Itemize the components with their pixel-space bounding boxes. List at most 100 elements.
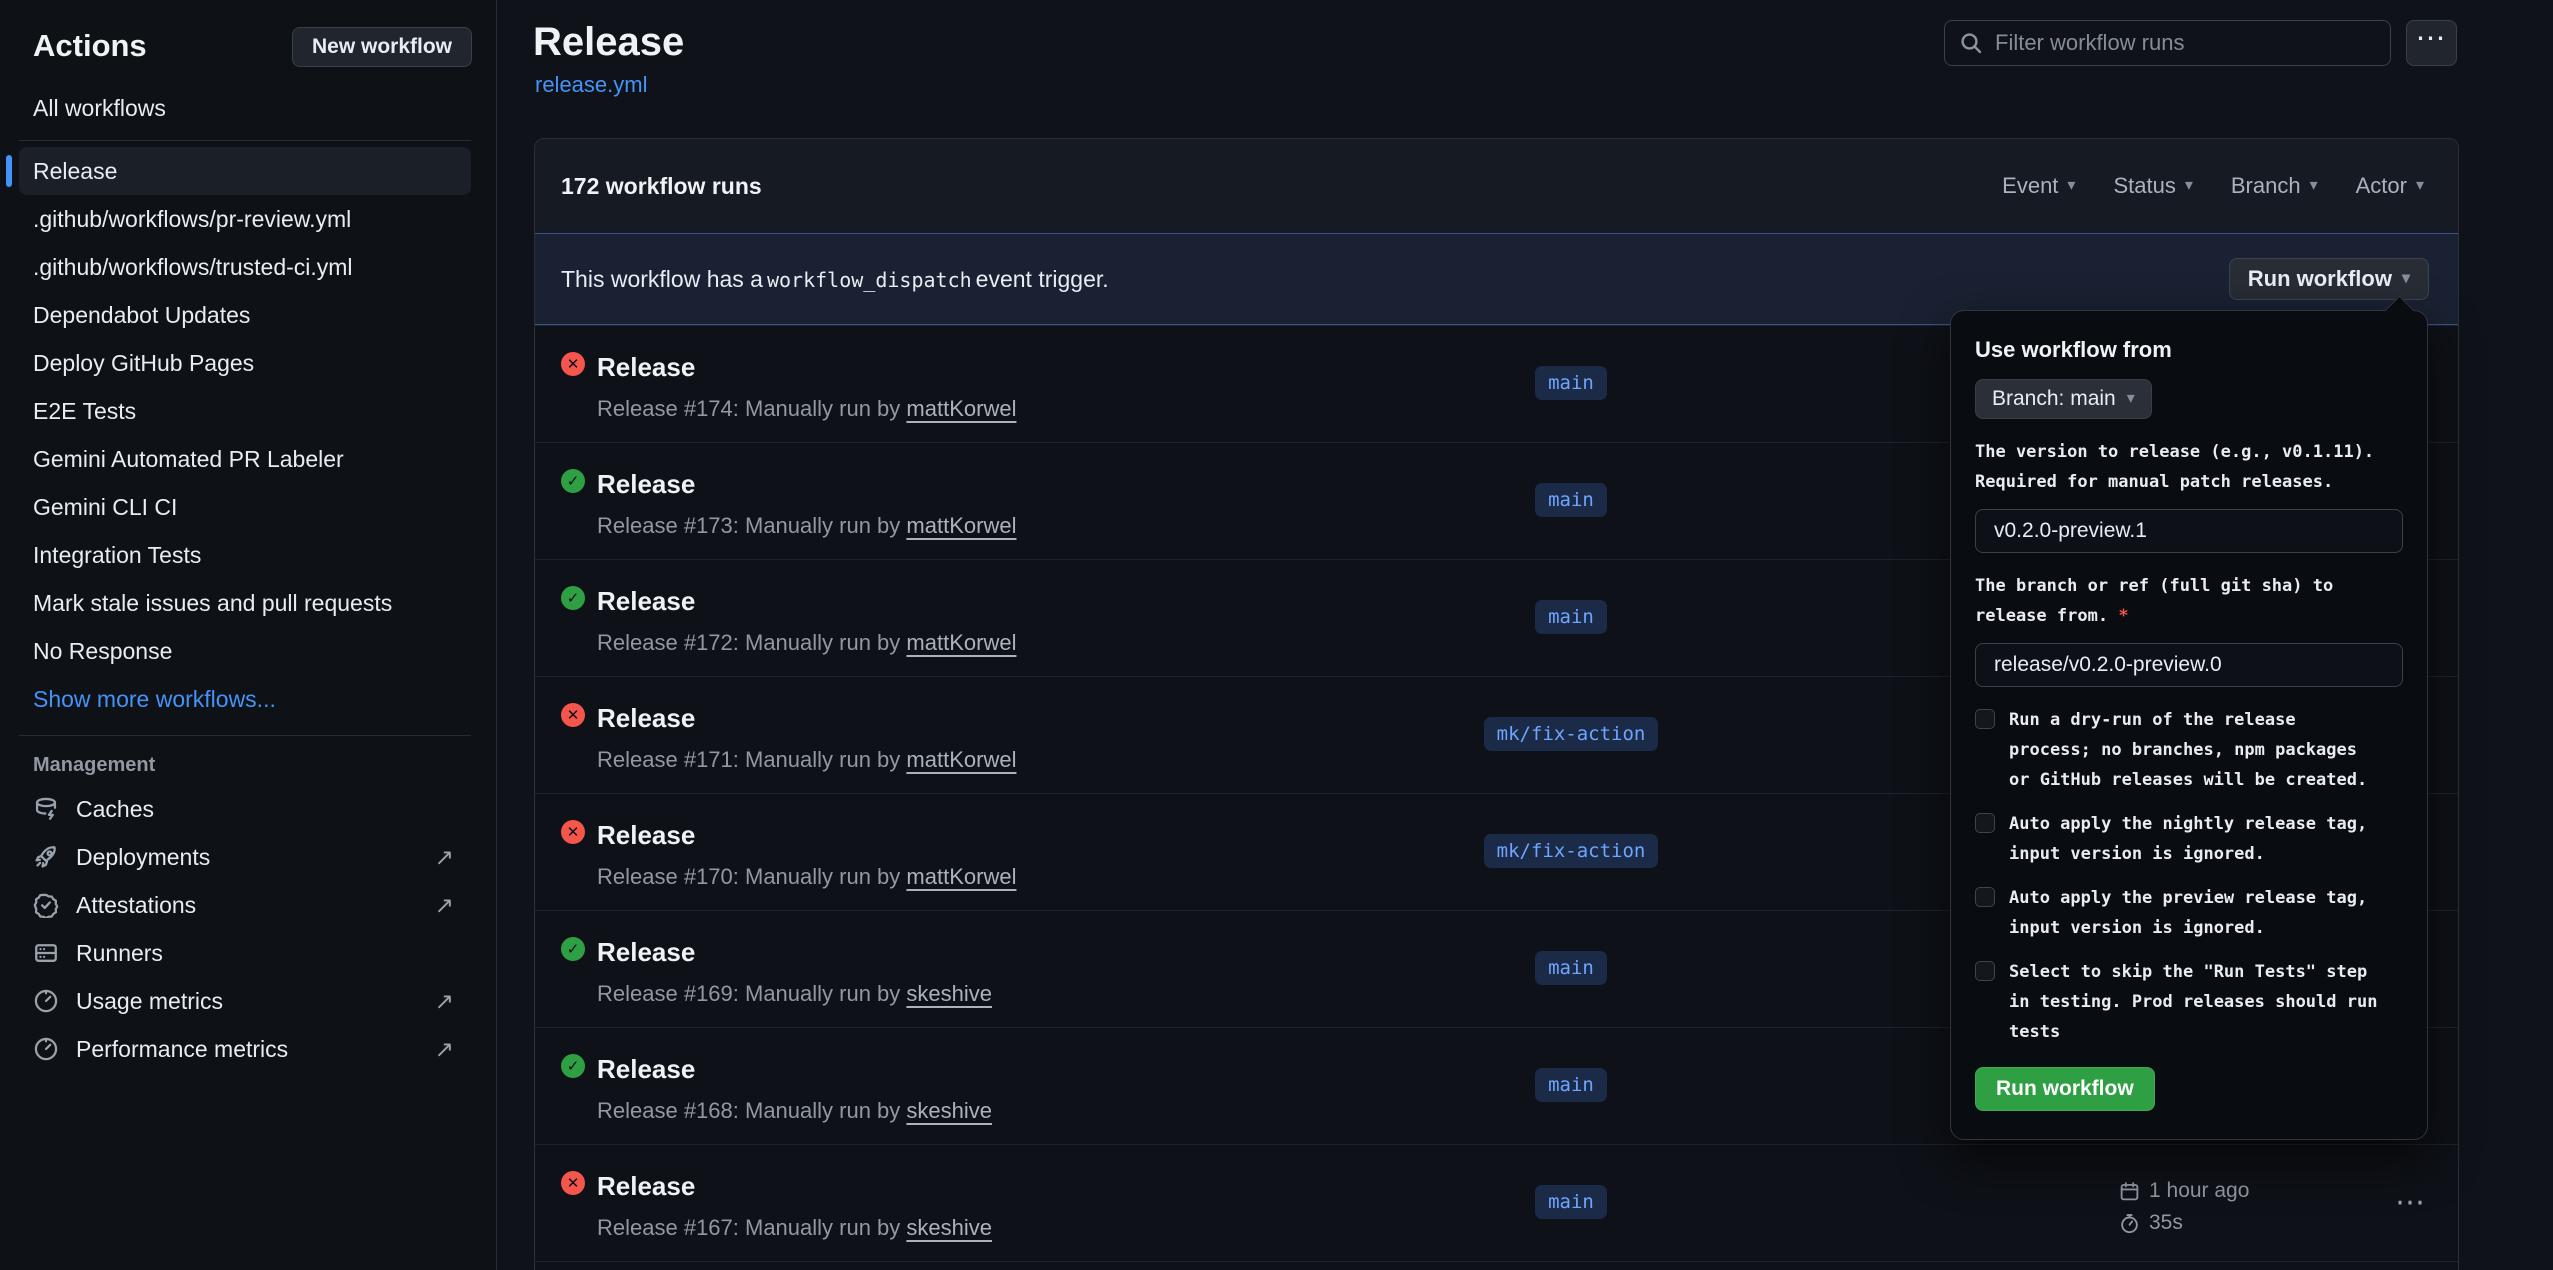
chevron-down-icon: ▾ xyxy=(2310,178,2318,194)
status-filter-dropdown[interactable]: Status▾ xyxy=(2113,173,2192,199)
actor-link[interactable]: mattKorwel xyxy=(906,747,1016,772)
version-input[interactable] xyxy=(1975,509,2403,553)
branch-badge[interactable]: main xyxy=(1535,366,1607,400)
run-title-link[interactable]: Release xyxy=(597,1171,695,1202)
sidebar-item-label: Performance metrics xyxy=(76,1036,435,1063)
sidebar-item-mark-stale[interactable]: Mark stale issues and pull requests xyxy=(19,579,471,627)
actor-link[interactable]: mattKorwel xyxy=(906,864,1016,889)
branch-badge[interactable]: main xyxy=(1535,1185,1607,1219)
checkbox-label: Select to skip the "Run Tests" step in t… xyxy=(2009,957,2377,1047)
show-more-workflows-link[interactable]: Show more workflows... xyxy=(19,675,471,723)
run-workflow-submit-button[interactable]: Run workflow xyxy=(1975,1067,2155,1111)
run-title-link[interactable]: Release xyxy=(597,469,695,500)
branch-badge[interactable]: mk/fix-action xyxy=(1484,717,1659,751)
ref-input[interactable] xyxy=(1975,643,2403,687)
run-subtitle: Release #171: Manually run by mattKorwel xyxy=(597,747,1016,773)
branch-filter-dropdown[interactable]: Branch▾ xyxy=(2231,173,2318,199)
run-title-link[interactable]: Release xyxy=(597,820,695,851)
sidebar-item-all-workflows[interactable]: All workflows xyxy=(19,84,471,132)
meter-icon xyxy=(33,988,59,1014)
sidebar-item-dependabot-updates[interactable]: Dependabot Updates xyxy=(19,291,471,339)
kebab-menu-button[interactable]: ⋯ xyxy=(2406,20,2457,66)
popover-title: Use workflow from xyxy=(1975,337,2403,363)
success-icon: ✓ xyxy=(561,469,585,493)
run-workflow-dropdown-button[interactable]: Run workflow▾ xyxy=(2229,258,2429,300)
run-meta: 1 hour ago 35s xyxy=(2119,1175,2249,1239)
sidebar-item-usage-metrics[interactable]: Usage metrics ↗ xyxy=(0,977,496,1025)
actor-link[interactable]: mattKorwel xyxy=(906,513,1016,538)
success-icon: ✓ xyxy=(561,586,585,610)
page-title: Release xyxy=(533,20,684,65)
sidebar-item-label: Usage metrics xyxy=(76,988,435,1015)
ref-input-label: The branch or ref (full git sha) to rele… xyxy=(1975,571,2403,631)
new-workflow-button[interactable]: New workflow xyxy=(292,27,472,67)
run-title-link[interactable]: Release xyxy=(597,703,695,734)
actor-link[interactable]: skeshive xyxy=(906,981,992,1006)
workflow-file-link[interactable]: release.yml xyxy=(535,72,647,98)
sidebar-item-caches[interactable]: Caches xyxy=(0,785,496,833)
branch-selector-button[interactable]: Branch: main▾ xyxy=(1975,379,2152,419)
actor-link[interactable]: mattKorwel xyxy=(906,396,1016,421)
actor-link[interactable]: mattKorwel xyxy=(906,630,1016,655)
search-input[interactable] xyxy=(1993,29,2390,57)
workflow-list: All workflows Release .github/workflows/… xyxy=(0,84,496,1073)
runs-count: 172 workflow runs xyxy=(561,173,762,200)
success-icon: ✓ xyxy=(561,1054,585,1078)
stopwatch-icon xyxy=(2119,1213,2140,1234)
sidebar-item-deploy-github-pages[interactable]: Deploy GitHub Pages xyxy=(19,339,471,387)
actor-filter-dropdown[interactable]: Actor▾ xyxy=(2356,173,2424,199)
branch-badge[interactable]: main xyxy=(1535,600,1607,634)
sidebar-item-attestations[interactable]: Attestations ↗ xyxy=(0,881,496,929)
failure-icon: ✕ xyxy=(561,1171,585,1195)
runs-header: 172 workflow runs Event▾ Status▾ Branch▾… xyxy=(535,139,2458,233)
external-link-icon: ↗ xyxy=(435,892,454,919)
nightly-tag-checkbox[interactable] xyxy=(1975,813,1995,833)
run-subtitle: Release #172: Manually run by mattKorwel xyxy=(597,630,1016,656)
run-subtitle: Release #167: Manually run by skeshive xyxy=(597,1215,992,1241)
branch-badge[interactable]: main xyxy=(1535,483,1607,517)
sidebar-item-gemini-pr-labeler[interactable]: Gemini Automated PR Labeler xyxy=(19,435,471,483)
skip-tests-checkbox[interactable] xyxy=(1975,961,1995,981)
run-title-link[interactable]: Release xyxy=(597,1054,695,1085)
sidebar-item-performance-metrics[interactable]: Performance metrics ↗ xyxy=(0,1025,496,1073)
failure-icon: ✕ xyxy=(561,820,585,844)
actor-link[interactable]: skeshive xyxy=(906,1098,992,1123)
sidebar-item-integration-tests[interactable]: Integration Tests xyxy=(19,531,471,579)
preview-tag-checkbox[interactable] xyxy=(1975,887,1995,907)
run-title-link[interactable]: Release xyxy=(597,352,695,383)
sidebar-item-pr-review[interactable]: .github/workflows/pr-review.yml xyxy=(19,195,471,243)
sidebar-item-runners[interactable]: Runners xyxy=(0,929,496,977)
actor-link[interactable]: skeshive xyxy=(906,1215,992,1240)
run-subtitle: Release #174: Manually run by mattKorwel xyxy=(597,396,1016,422)
run-title-link[interactable]: Release xyxy=(597,937,695,968)
search-icon xyxy=(1959,31,1983,55)
sidebar-item-label: Release xyxy=(33,158,117,185)
run-title-link[interactable]: Release xyxy=(597,586,695,617)
sidebar-item-deployments[interactable]: Deployments ↗ xyxy=(0,833,496,881)
chevron-down-icon: ▾ xyxy=(2185,178,2193,194)
run-duration: 35s xyxy=(2119,1207,2249,1239)
branch-badge[interactable]: main xyxy=(1535,1068,1607,1102)
chevron-down-icon: ▾ xyxy=(2416,178,2424,194)
server-icon xyxy=(33,940,59,966)
calendar-icon xyxy=(2119,1181,2140,1202)
sidebar-item-release[interactable]: Release xyxy=(19,147,471,195)
branch-badge[interactable]: mk/fix-action xyxy=(1484,834,1659,868)
dry-run-checkbox[interactable] xyxy=(1975,709,1995,729)
row-kebab-menu[interactable]: ⋯ xyxy=(2381,1185,2441,1220)
sidebar-item-no-response[interactable]: No Response xyxy=(19,627,471,675)
checkbox-label: Run a dry-run of the release process; no… xyxy=(2009,705,2367,795)
sidebar-item-e2e-tests[interactable]: E2E Tests xyxy=(19,387,471,435)
event-filter-dropdown[interactable]: Event▾ xyxy=(2002,173,2075,199)
cache-icon xyxy=(33,796,59,822)
sidebar-item-trusted-ci[interactable]: .github/workflows/trusted-ci.yml xyxy=(19,243,471,291)
branch-badge[interactable]: main xyxy=(1535,951,1607,985)
chevron-down-icon: ▾ xyxy=(2067,178,2075,194)
success-icon: ✓ xyxy=(561,937,585,961)
sidebar-item-gemini-cli-ci[interactable]: Gemini CLI CI xyxy=(19,483,471,531)
filter-workflow-runs-field xyxy=(1944,20,2391,66)
run-time: 1 hour ago xyxy=(2119,1175,2249,1207)
failure-icon: ✕ xyxy=(561,352,585,376)
table-row: ✕ Release Release #167: Manually run by … xyxy=(535,1144,2458,1261)
external-link-icon: ↗ xyxy=(435,988,454,1015)
